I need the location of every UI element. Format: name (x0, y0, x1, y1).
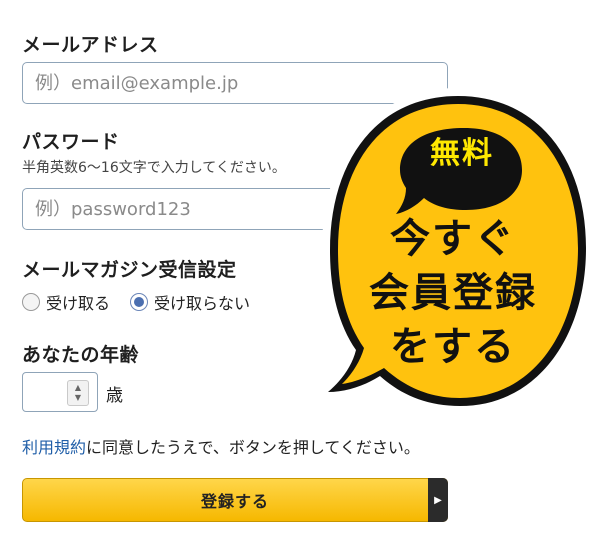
stepper-down-icon[interactable]: ▼ (75, 393, 81, 403)
password-label: パスワード (22, 131, 120, 153)
agreement-text: 利用規約に同意したうえで、ボタンを押してください。 (22, 434, 420, 458)
age-stepper[interactable]: ▲ ▼ (67, 380, 89, 406)
radio-decline[interactable] (130, 293, 149, 311)
agreement-sentence: に同意したうえで、ボタンを押してください。 (86, 438, 420, 457)
age-input[interactable]: ▲ ▼ (22, 372, 98, 412)
newsletter-radio-group: 受け取る 受け取らない (22, 290, 270, 314)
radio-receive-label: 受け取る (46, 294, 111, 313)
promo-line-2: 会員登録 (369, 270, 537, 316)
promo-speech-bubble[interactable]: 無料 今すぐ 会員登録 をする (308, 80, 600, 425)
register-button-label: 登録する (200, 492, 269, 511)
age-unit: 歳 (106, 386, 123, 406)
promo-line-1: 今すぐ (390, 216, 516, 262)
email-label: メールアドレス (22, 34, 159, 56)
newsletter-label: メールマガジン受信設定 (22, 259, 237, 281)
radio-decline-label: 受け取らない (154, 294, 251, 313)
promo-line-3: をする (390, 324, 516, 370)
stepper-up-icon[interactable]: ▲ (75, 383, 81, 393)
arrow-right-icon: ▶ (428, 478, 448, 522)
age-label: あなたの年齢 (22, 344, 140, 366)
promo-headline: 今すぐ 会員登録 をする (348, 212, 558, 374)
terms-link[interactable]: 利用規約 (22, 438, 86, 457)
newsletter-option-decline[interactable]: 受け取らない (130, 290, 250, 314)
radio-receive[interactable] (22, 293, 40, 311)
register-button[interactable]: 登録する ▶ (22, 478, 448, 522)
promo-badge: 無料 (430, 136, 494, 171)
password-hint: 半角英数6〜16文字で入力してください。 (22, 160, 286, 176)
newsletter-option-receive[interactable]: 受け取る (22, 290, 110, 314)
